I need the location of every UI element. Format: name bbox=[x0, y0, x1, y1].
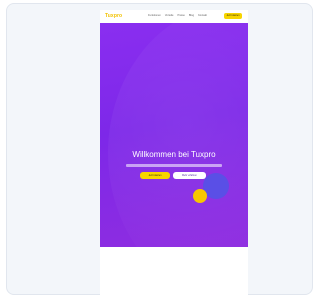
nav-link-funktionen[interactable]: Funktionen bbox=[148, 14, 161, 18]
preview-card: Tuxpro Funktionen Vorteile Preise Blog K… bbox=[6, 3, 313, 298]
top-navigation: Tuxpro Funktionen Vorteile Preise Blog K… bbox=[100, 10, 248, 23]
brand-logo[interactable]: Tuxpro bbox=[105, 13, 122, 19]
website-preview: Tuxpro Funktionen Vorteile Preise Blog K… bbox=[100, 10, 248, 298]
nav-cta-button[interactable]: Jetzt starten bbox=[224, 13, 242, 19]
nav-link-preise[interactable]: Preise bbox=[178, 14, 185, 18]
nav-link-vorteile[interactable]: Vorteile bbox=[165, 14, 174, 18]
hero-secondary-button[interactable]: Mehr erfahren bbox=[173, 172, 206, 179]
hero-section: Willkommen bei Tuxpro Jetzt starten Mehr… bbox=[100, 23, 248, 247]
hero-subtitle bbox=[126, 164, 222, 167]
hero-primary-button[interactable]: Jetzt starten bbox=[140, 172, 170, 179]
hero-background-curve bbox=[108, 23, 248, 247]
nav-link-kontakt[interactable]: Kontakt bbox=[198, 14, 207, 18]
hero-title: Willkommen bei Tuxpro bbox=[132, 150, 216, 159]
nav-links: Funktionen Vorteile Preise Blog Kontakt bbox=[148, 14, 207, 18]
nav-link-blog[interactable]: Blog bbox=[189, 14, 194, 18]
decorative-yellow-circle bbox=[193, 189, 207, 203]
